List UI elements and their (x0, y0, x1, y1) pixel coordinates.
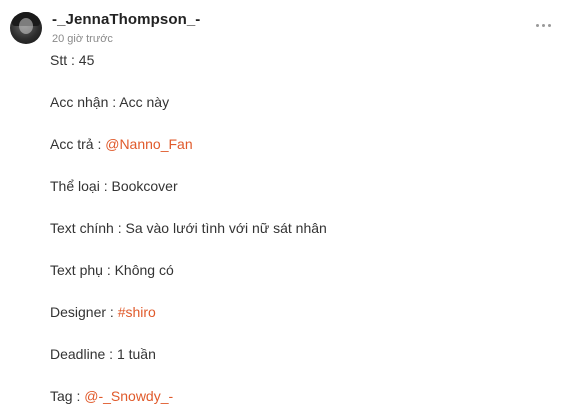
deadline-label: Deadline : (50, 346, 117, 362)
user-avatar[interactable] (10, 12, 42, 44)
stt-value: 45 (78, 52, 95, 68)
line-designer: Designer : #shiro (50, 303, 156, 321)
line-text-chinh: Text chính : Sa vào lưới tình với nữ sát… (50, 219, 327, 237)
text-phu-value: Không có (114, 262, 174, 278)
the-loai-value: Bookcover (111, 178, 178, 194)
the-loai-label: Thể loại : (50, 178, 112, 194)
stt-label: Stt : (50, 52, 79, 68)
post-timestamp: 20 giờ trước (52, 33, 113, 45)
more-dot (535, 23, 539, 27)
acc-tra-mention-link[interactable]: @Nanno_Fan (105, 136, 192, 152)
tag-label: Tag : (50, 388, 85, 404)
acc-tra-label: Acc trả : (50, 136, 106, 152)
more-dot (547, 23, 551, 27)
tag-mention-link[interactable]: @-_Snowdy_- (84, 388, 173, 404)
line-acc-nhan: Acc nhận : Acc này (50, 93, 169, 111)
line-deadline: Deadline : 1 tuần (50, 345, 156, 363)
line-acc-tra: Acc trả : @Nanno_Fan (50, 135, 193, 153)
more-dot (541, 23, 545, 27)
designer-hashtag-link[interactable]: #shiro (118, 304, 156, 320)
text-chinh-label: Text chính : (50, 220, 126, 236)
deadline-value: 1 tuần (116, 346, 156, 362)
more-options-icon[interactable] (535, 17, 551, 33)
line-the-loai: Thể loại : Bookcover (50, 177, 178, 195)
author-name[interactable]: -_JennaThompson_- (52, 11, 200, 28)
line-text-phu: Text phụ : Không có (50, 261, 174, 279)
avatar-face-shape (19, 18, 33, 34)
comment-post: -_JennaThompson_- 20 giờ trước Stt : 45 … (0, 0, 562, 413)
line-stt: Stt : 45 (50, 51, 94, 69)
text-chinh-value: Sa vào lưới tình với nữ sát nhân (125, 220, 327, 236)
text-phu-label: Text phụ : (50, 262, 115, 278)
line-tag: Tag : @-_Snowdy_- (50, 387, 173, 405)
designer-label: Designer : (50, 304, 118, 320)
acc-nhan-value: Acc này (119, 94, 170, 110)
acc-nhan-label: Acc nhận : (50, 94, 120, 110)
